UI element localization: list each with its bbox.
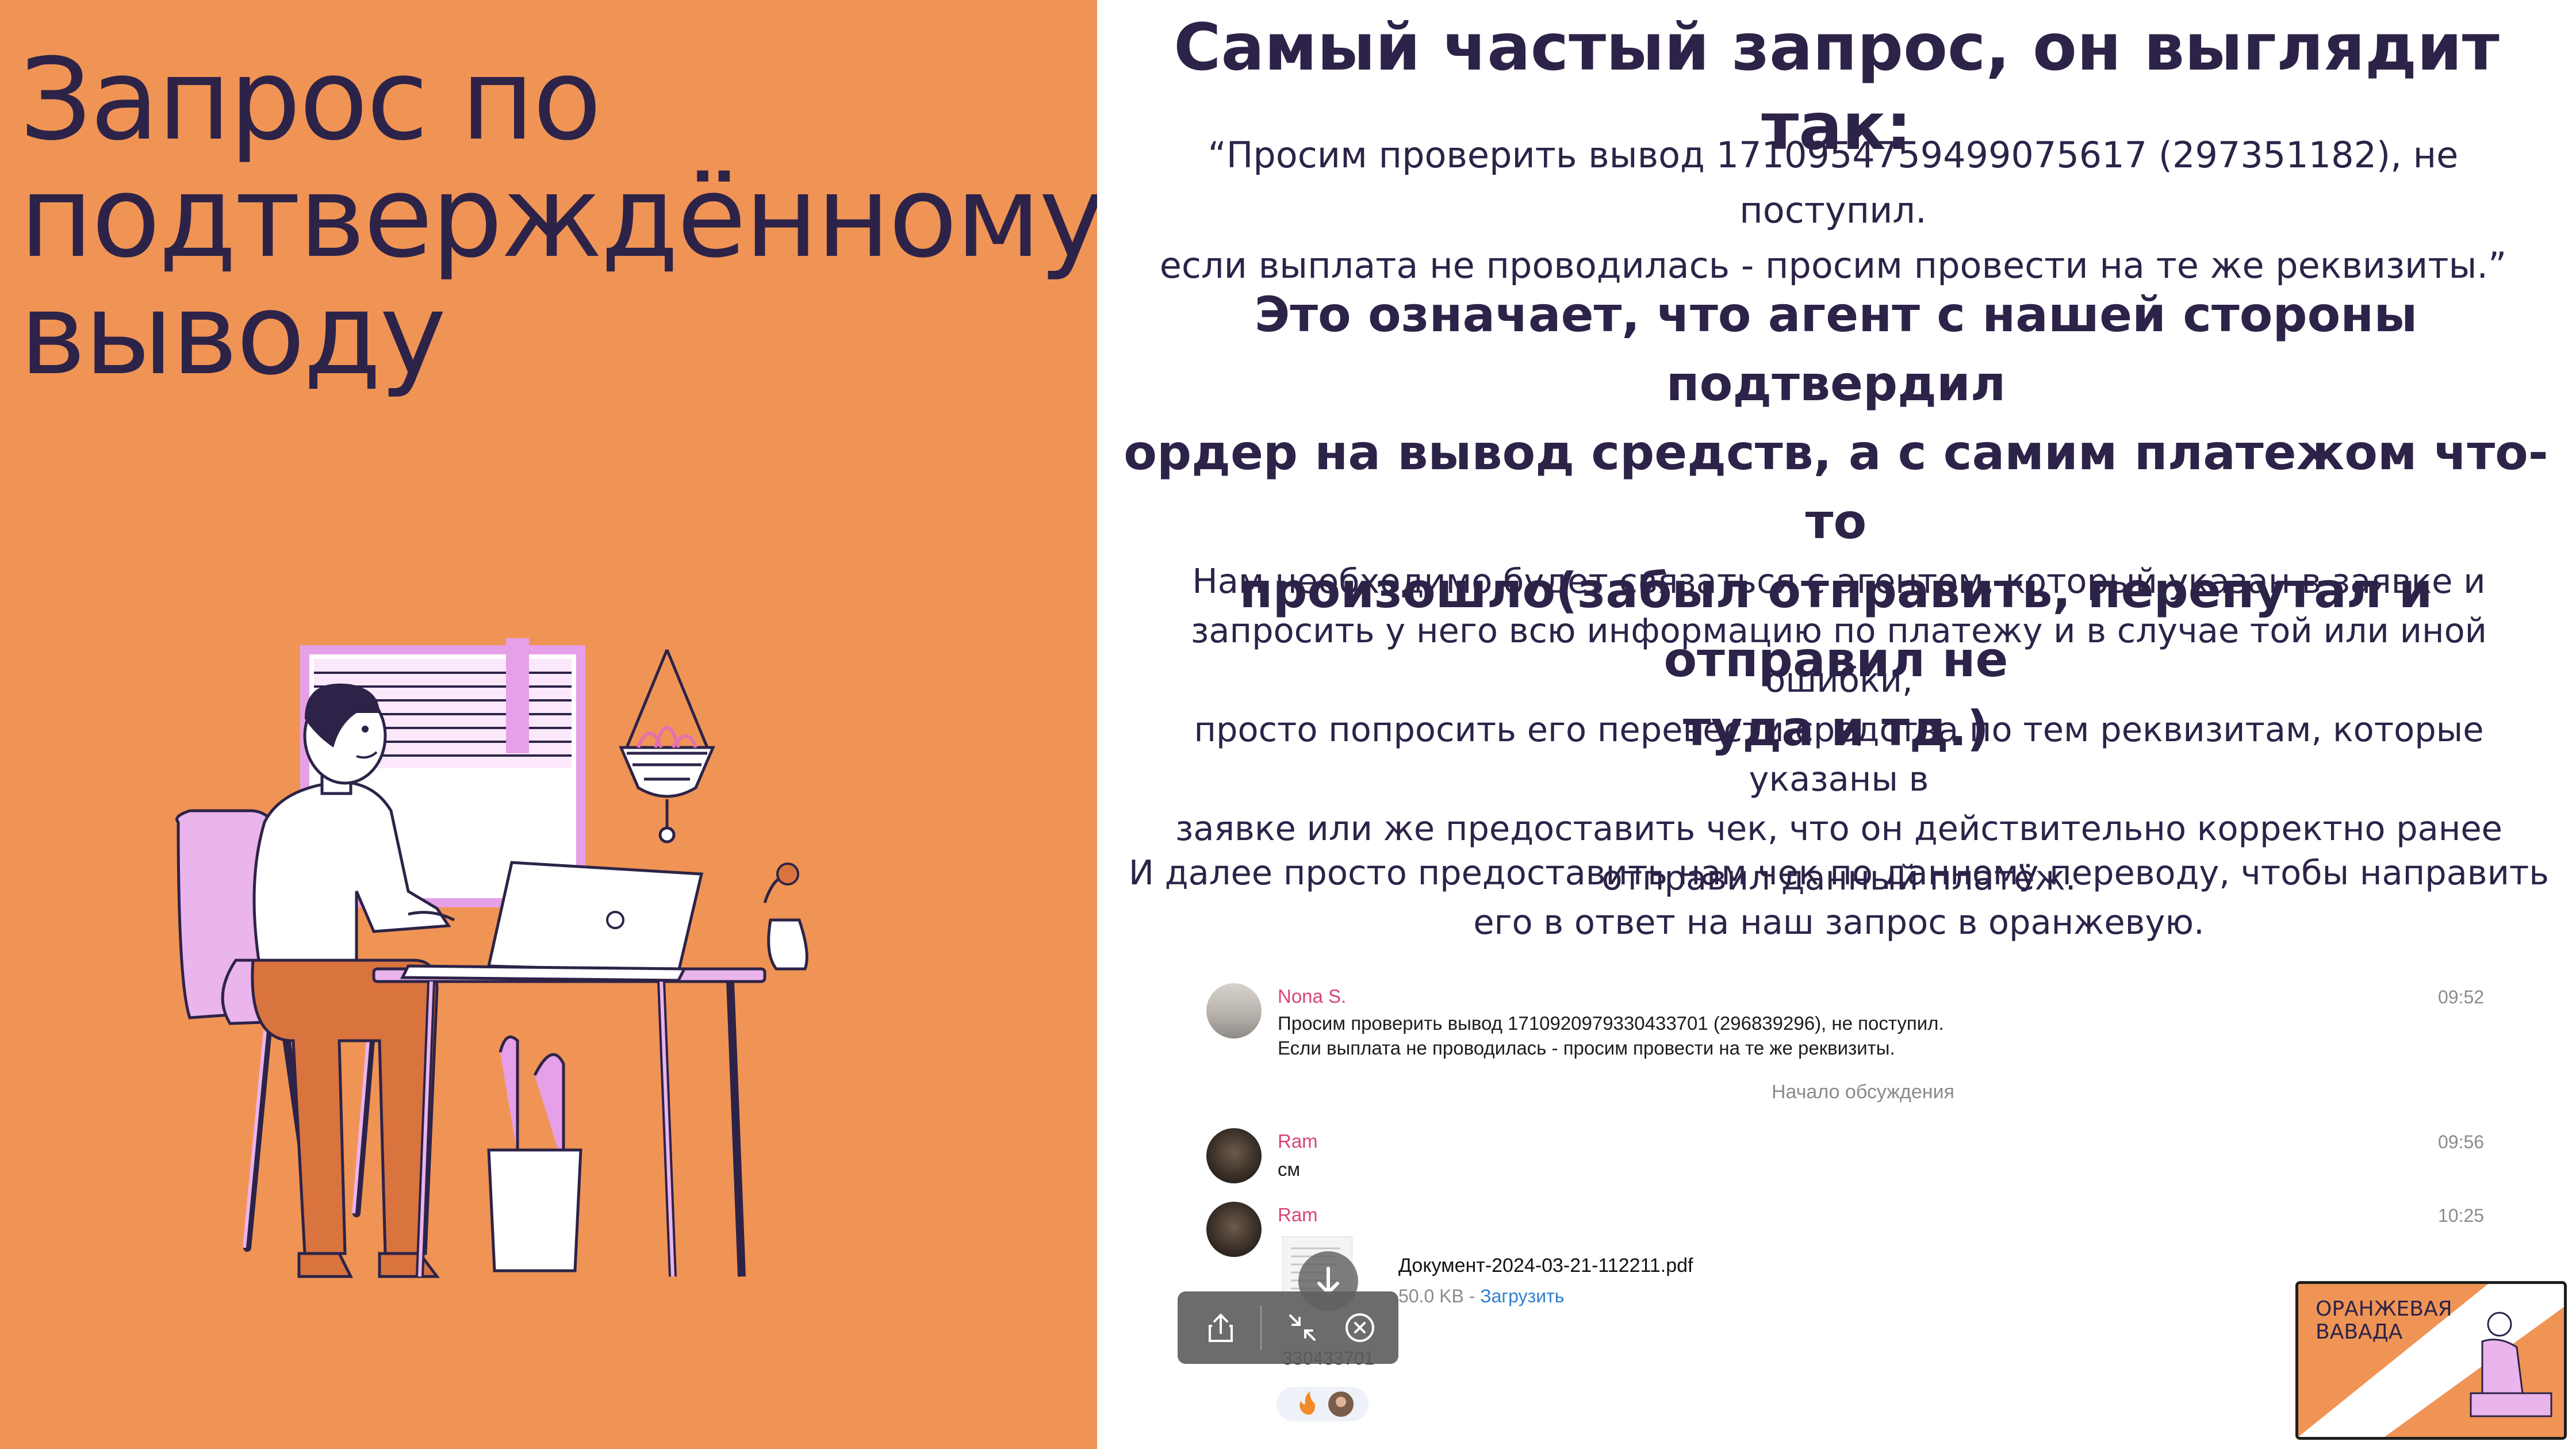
close-circle-icon bbox=[1346, 1313, 1374, 1342]
request-quote: “Просим проверить вывод 1710954759499075… bbox=[1132, 128, 2535, 293]
further-line: его в ответ на наш запрос в оранжевую. bbox=[1473, 902, 2205, 942]
slide-title: Запрос по подтверждённому выводу bbox=[20, 34, 1106, 400]
avatar[interactable] bbox=[1206, 1128, 1262, 1183]
close-button[interactable] bbox=[1340, 1308, 1380, 1348]
media-toolbar bbox=[1178, 1291, 1398, 1364]
document-filename[interactable]: Документ-2024-03-21-112211.pdf bbox=[1398, 1255, 1693, 1277]
further-paragraph: И далее просто предоставить нам чек по д… bbox=[1120, 848, 2558, 947]
document-size-value: 50.0 KB bbox=[1398, 1286, 1464, 1306]
message-text: Просим проверить вывод 17109209793304337… bbox=[1278, 1011, 1944, 1060]
explanation-line: просто попросить его перевести средства … bbox=[1194, 710, 2484, 799]
title-line: Запрос по bbox=[20, 34, 601, 166]
logo-line: ОРАНЖЕВАЯ bbox=[2316, 1297, 2452, 1321]
flower-vase bbox=[763, 862, 808, 971]
left-panel: Запрос по подтверждённому выводу bbox=[0, 0, 1106, 1449]
collapse-button[interactable] bbox=[1282, 1308, 1322, 1348]
document-size: 50.0 KB - Загрузить bbox=[1398, 1286, 1564, 1307]
download-link[interactable]: Загрузить bbox=[1480, 1286, 1564, 1306]
meaning-line: ордер на вывод средств, а с самим платеж… bbox=[1124, 424, 2548, 550]
toolbar-divider bbox=[1260, 1305, 1262, 1350]
explanation-line: Нам необходимо будет связаться с агентом… bbox=[1192, 561, 2486, 601]
message-author[interactable]: Ram bbox=[1278, 1130, 1318, 1152]
brand-logo-card: ОРАНЖЕВАЯ ВАВАДА bbox=[2295, 1281, 2567, 1440]
separator: - bbox=[1463, 1286, 1481, 1306]
message-text: см bbox=[1278, 1159, 1301, 1180]
discussion-start-divider: Начало обсуждения bbox=[1772, 1081, 1954, 1103]
message-author[interactable]: Ram bbox=[1278, 1204, 1318, 1226]
slide: Запрос по подтверждённому выводу Самый ч… bbox=[0, 0, 2576, 1449]
message-line: Если выплата не проводилась - просим про… bbox=[1278, 1037, 1895, 1059]
avatar[interactable] bbox=[1206, 1202, 1262, 1257]
meaning-line: Это означает, что агент с нашей стороны … bbox=[1254, 286, 2418, 412]
share-icon bbox=[1209, 1313, 1233, 1342]
title-line: выводу bbox=[20, 269, 446, 400]
quote-line: “Просим проверить вывод 1710954759499075… bbox=[1208, 134, 2459, 231]
avatar[interactable] bbox=[1206, 983, 1262, 1038]
message-time: 09:52 bbox=[2438, 987, 2485, 1007]
hanging-planter bbox=[619, 649, 715, 844]
explanation-line: запросить у него всю информацию по плате… bbox=[1190, 611, 2487, 700]
logo-line: ВАВАДА bbox=[2316, 1320, 2403, 1344]
share-button[interactable] bbox=[1201, 1308, 1241, 1348]
explanation-line: заявке или же предоставить чек, что он д… bbox=[1175, 808, 2502, 848]
message-author[interactable]: Nona S. bbox=[1278, 986, 1346, 1007]
logo-text: ОРАНЖЕВАЯ ВАВАДА bbox=[2316, 1298, 2465, 1344]
further-line: И далее просто предоставить нам чек по д… bbox=[1128, 853, 2550, 892]
reactions-bar[interactable] bbox=[1276, 1387, 1368, 1421]
message-time: 10:25 bbox=[2438, 1205, 2485, 1226]
message-line: Просим проверить вывод 17109209793304337… bbox=[1278, 1013, 1944, 1034]
person-at-laptop-illustration bbox=[175, 638, 808, 1278]
message-time: 09:56 bbox=[2438, 1132, 2485, 1152]
title-line: подтверждённому bbox=[20, 152, 1106, 283]
reaction-icons bbox=[1276, 1387, 1368, 1421]
collapse-icon bbox=[1289, 1314, 1316, 1341]
